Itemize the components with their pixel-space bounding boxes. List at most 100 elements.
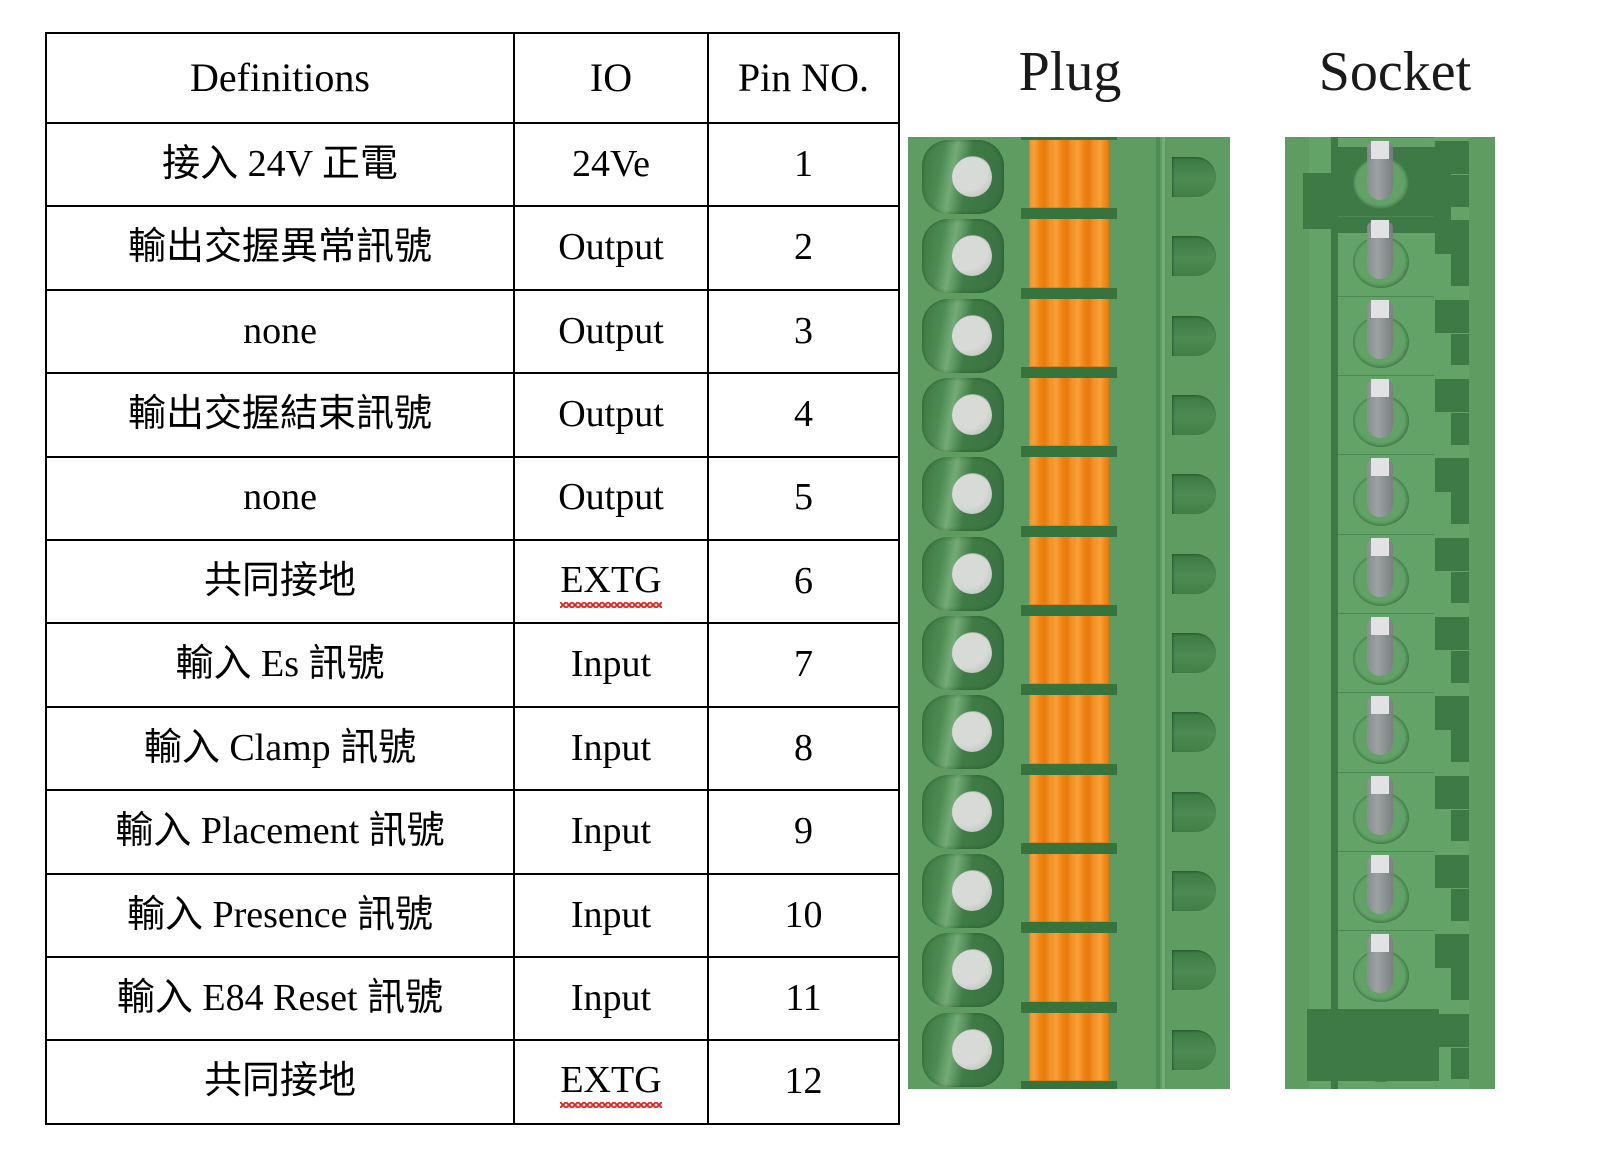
socket-contact-pin-tip (1371, 458, 1389, 477)
plug-orange-contact (1029, 615, 1109, 685)
plug-orange-contact (1029, 853, 1109, 923)
plug-screw-terminal (922, 1012, 1004, 1087)
column-header-definitions: Definitions (45, 32, 515, 124)
table-header: Definitions IO Pin NO. (45, 32, 900, 124)
plug-label: Plug (1018, 41, 1122, 103)
cell-io: Input (513, 622, 709, 708)
plug-pin-opening (1172, 633, 1216, 673)
cell-definition: 輸入 Placement 訊號 (45, 789, 515, 875)
table-row: 輸入 Clamp 訊號 Input 8 (45, 705, 900, 792)
column-header-pin-no: Pin NO. (707, 32, 900, 124)
cell-pin-number: 12 (707, 1039, 900, 1125)
plug-contact-divider (1021, 763, 1117, 775)
plug-screw-terminal (922, 457, 1004, 532)
cell-definition: 輸入 Es 訊號 (45, 622, 515, 708)
table-row: 輸入 Es 訊號 Input 7 (45, 622, 900, 708)
cell-io: EXTG (513, 1039, 709, 1125)
plug-connector-image (908, 137, 1230, 1089)
plug-screw-terminal (922, 616, 1004, 690)
plug-pin-opening (1172, 950, 1216, 991)
socket-contact-pin-tip (1371, 855, 1389, 873)
plug-screw-terminal (922, 854, 1004, 928)
cell-definition: 輸出交握異常訊號 (45, 205, 515, 291)
cell-io: Input (513, 872, 709, 959)
socket-label: Socket (1318, 41, 1472, 103)
plug-screw-terminal (922, 298, 1004, 373)
plug-contact-divider (1021, 446, 1117, 458)
cell-definition: none (45, 288, 515, 375)
table-header-row: Definitions IO Pin NO. (45, 32, 900, 124)
plug-orange-contact (1029, 535, 1109, 605)
cell-definition: 輸入 E84 Reset 訊號 (45, 956, 515, 1042)
cell-pin-number: 11 (707, 956, 900, 1042)
plug-screw-terminal (922, 219, 1004, 294)
cell-io: Input (513, 705, 709, 792)
cell-definition: 共同接地 (45, 1039, 515, 1125)
plug-pin-opening (1172, 871, 1216, 911)
table-row: 接入 24V 正電 24Ve 1 (45, 121, 900, 208)
plug-orange-contact (1029, 694, 1109, 764)
plug-contact-divider (1021, 1081, 1117, 1089)
table-row: 輸入 Presence 訊號 Input 10 (45, 872, 900, 959)
socket-bottom-shroud (1307, 1009, 1439, 1081)
cell-definition: 接入 24V 正電 (45, 121, 515, 208)
plug-rib-highlight (1162, 137, 1165, 1089)
socket-contact-pin-tip (1371, 379, 1389, 397)
plug-orange-contact (1029, 377, 1109, 447)
cell-pin-number: 7 (707, 622, 900, 708)
cell-io: Output (513, 372, 709, 458)
plug-screw-terminal (922, 774, 1004, 849)
plug-contact-divider (1021, 208, 1117, 220)
plug-contact-divider (1021, 367, 1117, 378)
plug-pin-opening (1172, 791, 1216, 832)
cell-definition: 輸出交握結束訊號 (45, 372, 515, 458)
cell-io: Output (513, 455, 709, 542)
plug-orange-contact (1029, 773, 1109, 843)
cell-pin-number: 10 (707, 872, 900, 959)
cell-definition: 輸入 Presence 訊號 (45, 872, 515, 959)
plug-contact-divider (1021, 525, 1117, 537)
cell-pin-number: 1 (707, 121, 900, 208)
table-row: none Output 5 (45, 455, 900, 542)
plug-pin-opening (1172, 1029, 1216, 1070)
cell-definition: 共同接地 (45, 539, 515, 625)
cell-io: EXTG (513, 539, 709, 625)
cell-io: Output (513, 205, 709, 291)
plug-orange-contact (1029, 1011, 1109, 1081)
table-row: 共同接地 EXTG 6 (45, 539, 900, 625)
cell-pin-number: 8 (707, 705, 900, 792)
cell-pin-number: 3 (707, 288, 900, 375)
socket-contact-pin-tip (1371, 537, 1389, 556)
table-row: 輸出交握結束訊號 Output 4 (45, 372, 900, 458)
cell-definition: 輸入 Clamp 訊號 (45, 705, 515, 792)
plug-orange-contact (1029, 139, 1109, 209)
table-row: 輸出交握異常訊號 Output 2 (45, 205, 900, 291)
cell-pin-number: 6 (707, 539, 900, 625)
plug-screw-terminal (922, 933, 1004, 1008)
table-body: 接入 24V 正電 24Ve 1 輸出交握異常訊號 Output 2 none Output 3… (45, 121, 900, 1125)
plug-orange-contact (1029, 218, 1109, 288)
plug-screw-terminal (922, 695, 1004, 770)
cell-io: Input (513, 956, 709, 1042)
socket-left-rail (1331, 137, 1338, 1089)
socket-contact-pin-tip (1371, 775, 1389, 794)
plug-contact-divider (1021, 922, 1117, 934)
socket-contact-pin-tip (1371, 617, 1389, 635)
plug-contact-divider (1021, 287, 1117, 299)
spellcheck-underline: EXTG (560, 559, 662, 608)
plug-rib-shadow (1156, 137, 1160, 1089)
plug-pin-opening (1172, 712, 1216, 753)
cell-io: Input (513, 789, 709, 875)
plug-orange-contacts (1021, 137, 1117, 1089)
cell-pin-number: 9 (707, 789, 900, 875)
table-row: 共同接地 EXTG 12 (45, 1039, 900, 1125)
cell-definition: none (45, 455, 515, 542)
plug-screw-terminal (922, 378, 1004, 452)
plug-pin-opening (1172, 395, 1216, 435)
plug-contact-divider (1021, 605, 1117, 616)
cell-pin-number: 5 (707, 455, 900, 542)
plug-contact-divider (1021, 684, 1117, 696)
socket-contact-pin-tip (1371, 220, 1389, 239)
plug-orange-contact (1029, 456, 1109, 526)
cell-io: 24Ve (513, 121, 709, 208)
